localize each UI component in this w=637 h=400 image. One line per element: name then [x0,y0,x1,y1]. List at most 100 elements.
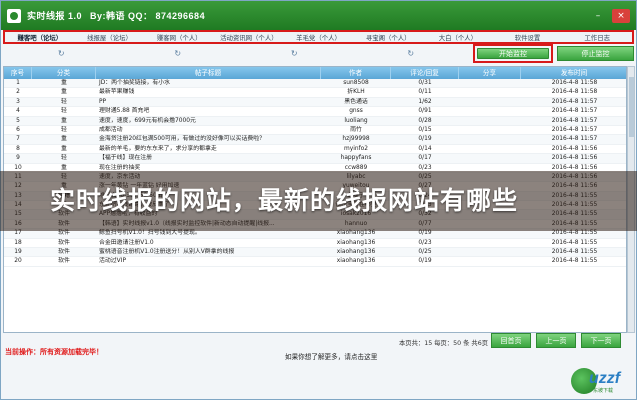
app-title: 实时线报 1.0 [27,11,83,21]
table-row[interactable]: 18 软件 合金田邀请注册V1.0 xiaohang136 0/23 2016-4-8 1… [4,239,626,249]
tab-3[interactable]: 活动资讯网（个人） [214,33,284,42]
tab-5[interactable]: 寻宝阁（个人） [353,33,423,42]
close-icon[interactable]: × [612,8,630,23]
column-header[interactable]: 分享 [459,67,521,79]
table-cell: 5 [16,117,20,124]
column-header[interactable]: 作者 [321,67,391,79]
table-cell: xiaohang136 [336,258,376,265]
table-cell: 2016-4-8 11:57 [551,136,598,143]
table-cell: 8 [16,145,20,152]
help-link[interactable]: 如果你想了解更多，请点击这里 [285,351,377,361]
prev-page-button[interactable]: 上一页 [536,333,576,348]
table-cell: 速度，速度，699元有机会撸7000元 [99,117,196,124]
tab-0[interactable]: 赚客吧（论坛） [5,33,75,42]
table-row[interactable]: 8 重 最新的羊毛，要的东东来了，求分享的都拿走 myinfo2 0/14 2016-4-… [4,145,626,155]
table-cell: 重 [61,89,67,96]
table-row[interactable]: 5 重 速度，速度，699元有机会撸7000元 luoliang 0/28 2016-4-… [4,116,626,126]
table-cell: 2 [16,89,20,96]
table-cell: 成都活动 [99,126,123,133]
table-cell [459,126,521,134]
page-info: 本页共：15 每页：50 条 共6页 [399,340,489,347]
table-row[interactable]: 1 重 JD：两个抽奖链接，有小水 sun8508 0/31 2016-4-8 11:58 [4,79,626,89]
scrollbar-thumb[interactable] [629,77,634,137]
table-cell: 轻 [61,126,67,133]
table-cell: 轻 [61,155,67,162]
start-button-highlight: 开始监控 [473,44,553,63]
table-cell: 理财通5.88 首充吧 [99,108,150,115]
table-cell [459,98,521,106]
tab-7[interactable]: 软件设置 [493,33,563,42]
start-monitor-button[interactable]: 开始监控 [477,48,549,59]
table-cell: 雨竹 [350,126,362,133]
table-cell [459,79,521,87]
table-cell: 0/14 [418,145,432,152]
tab-6[interactable]: 大白（个人） [423,33,493,42]
table-cell: 重 [61,136,67,143]
table-cell: 0/11 [418,89,432,96]
stop-monitor-button[interactable]: 停止监控 [557,46,634,61]
tab-2[interactable]: 赚客网（个人） [144,33,214,42]
first-page-button[interactable]: 回首页 [491,333,531,348]
table-header: 序号 分类 帖子标题 作者 评论/回复 分享 发布时间 [4,67,626,79]
refresh-row: ↻ ↻ ↻ ↻ [3,47,469,59]
table-cell: 18 [14,239,22,246]
table-cell: 2016-4-8 11:57 [551,108,598,115]
title-bar: 实时线报 1.0 By:韩语 QQ： 874296684 – × [1,1,636,30]
table-cell: 2016-4-8 11:57 [551,98,598,105]
watermark-sub: 东坡下载 [593,388,614,394]
table-cell: 2016-4-8 11:55 [551,239,598,246]
table-row[interactable]: 3 轻 PP 黑色通话 1/62 2016-4-8 11:57 [4,97,626,108]
table-cell: 合金田邀请注册V1.0 [99,239,154,246]
tab-1[interactable]: 线报屋（论坛） [75,33,145,42]
table-cell: 蜜桃语音注册机V1.0注册送分！从别人V群拿的线报 [99,249,235,256]
column-header[interactable]: 评论/回复 [391,67,459,79]
table-cell: xiaohang136 [336,249,376,256]
table-cell [459,117,521,125]
source-tabs: 赚客吧（论坛） 线报屋（论坛） 赚客网（个人） 活动资讯网（个人） 羊毛党（个人） 寻宝阁… [3,30,634,44]
table-cell: 2016-4-8 11:56 [551,145,598,152]
table-cell: PP [99,98,107,105]
refresh-icon[interactable]: ↻ [290,49,299,58]
table-row[interactable]: 19 软件 蜜桃语音注册机V1.0注册送分！从别人V群拿的线报 xiaohang136… [4,248,626,258]
table-cell: 0/19 [418,258,432,265]
table-cell [459,88,521,96]
table-row[interactable]: 2 重 最新苹果赚钱 折KLH 0/11 2016-4-8 11:58 [4,88,626,98]
table-cell [459,248,521,256]
refresh-icon[interactable]: ↻ [57,49,66,58]
minimize-icon[interactable]: – [589,9,607,23]
table-row[interactable]: 7 重 金海贷注册20红包满500可用，有做过的没好像可以买话费啦？ hzj99998… [4,135,626,145]
tab-8[interactable]: 工作日志 [562,33,632,42]
table-cell: happyfans [340,155,372,162]
table-cell: 轻 [61,108,67,115]
table-row[interactable]: 9 轻 【福于线】现在注册 happyfans 0/17 2016-4-8 11:56 [4,154,626,164]
column-header[interactable]: 帖子标题 [96,67,321,79]
table-row[interactable]: 4 轻 理财通5.88 首充吧 gnss 0/91 2016-4-8 11:57 [4,107,626,117]
column-header[interactable]: 序号 [4,67,32,79]
overlay-caption: 实时线报的网站，最新的线报网站有哪些 [50,186,519,215]
table-cell: 0/31 [418,80,432,86]
column-header[interactable]: 发布时间 [521,67,626,79]
table-cell: xiaohang136 [336,239,376,246]
table-cell: 软件 [58,258,70,265]
table-cell: 黑色通话 [344,98,368,105]
tab-4[interactable]: 羊毛党（个人） [284,33,354,42]
table-row[interactable]: 6 轻 成都活动 雨竹 0/15 2016-4-8 11:57 [4,126,626,136]
table-cell: hzj99998 [342,136,370,143]
table-cell: 2016-4-8 11:56 [551,155,598,162]
table-cell [459,154,521,162]
table-row[interactable]: 20 软件 活动过VIP xiaohang136 0/19 2016-4-8 11:55 [4,257,626,267]
refresh-icon[interactable]: ↻ [173,49,182,58]
refresh-icon[interactable]: ↻ [406,49,415,58]
table-cell: 【福于线】现在注册 [99,155,153,162]
next-page-button[interactable]: 下一页 [581,333,621,348]
table-cell: 折KLH [347,89,365,96]
footer: 当前操作：所有资源加载完毕！ 本页共：15 每页：50 条 共6页 回首页 上一… [3,333,634,397]
table-cell: 2016-4-8 11:58 [551,89,598,96]
table-cell: myinfo2 [343,145,369,152]
table-cell: 重 [61,117,67,124]
table-cell [459,257,521,265]
table-cell: 9 [16,155,20,162]
table-cell: 最新的羊毛，要的东东来了，求分享的都拿走 [99,145,217,152]
column-header[interactable]: 分类 [32,67,96,79]
table-cell [459,145,521,153]
